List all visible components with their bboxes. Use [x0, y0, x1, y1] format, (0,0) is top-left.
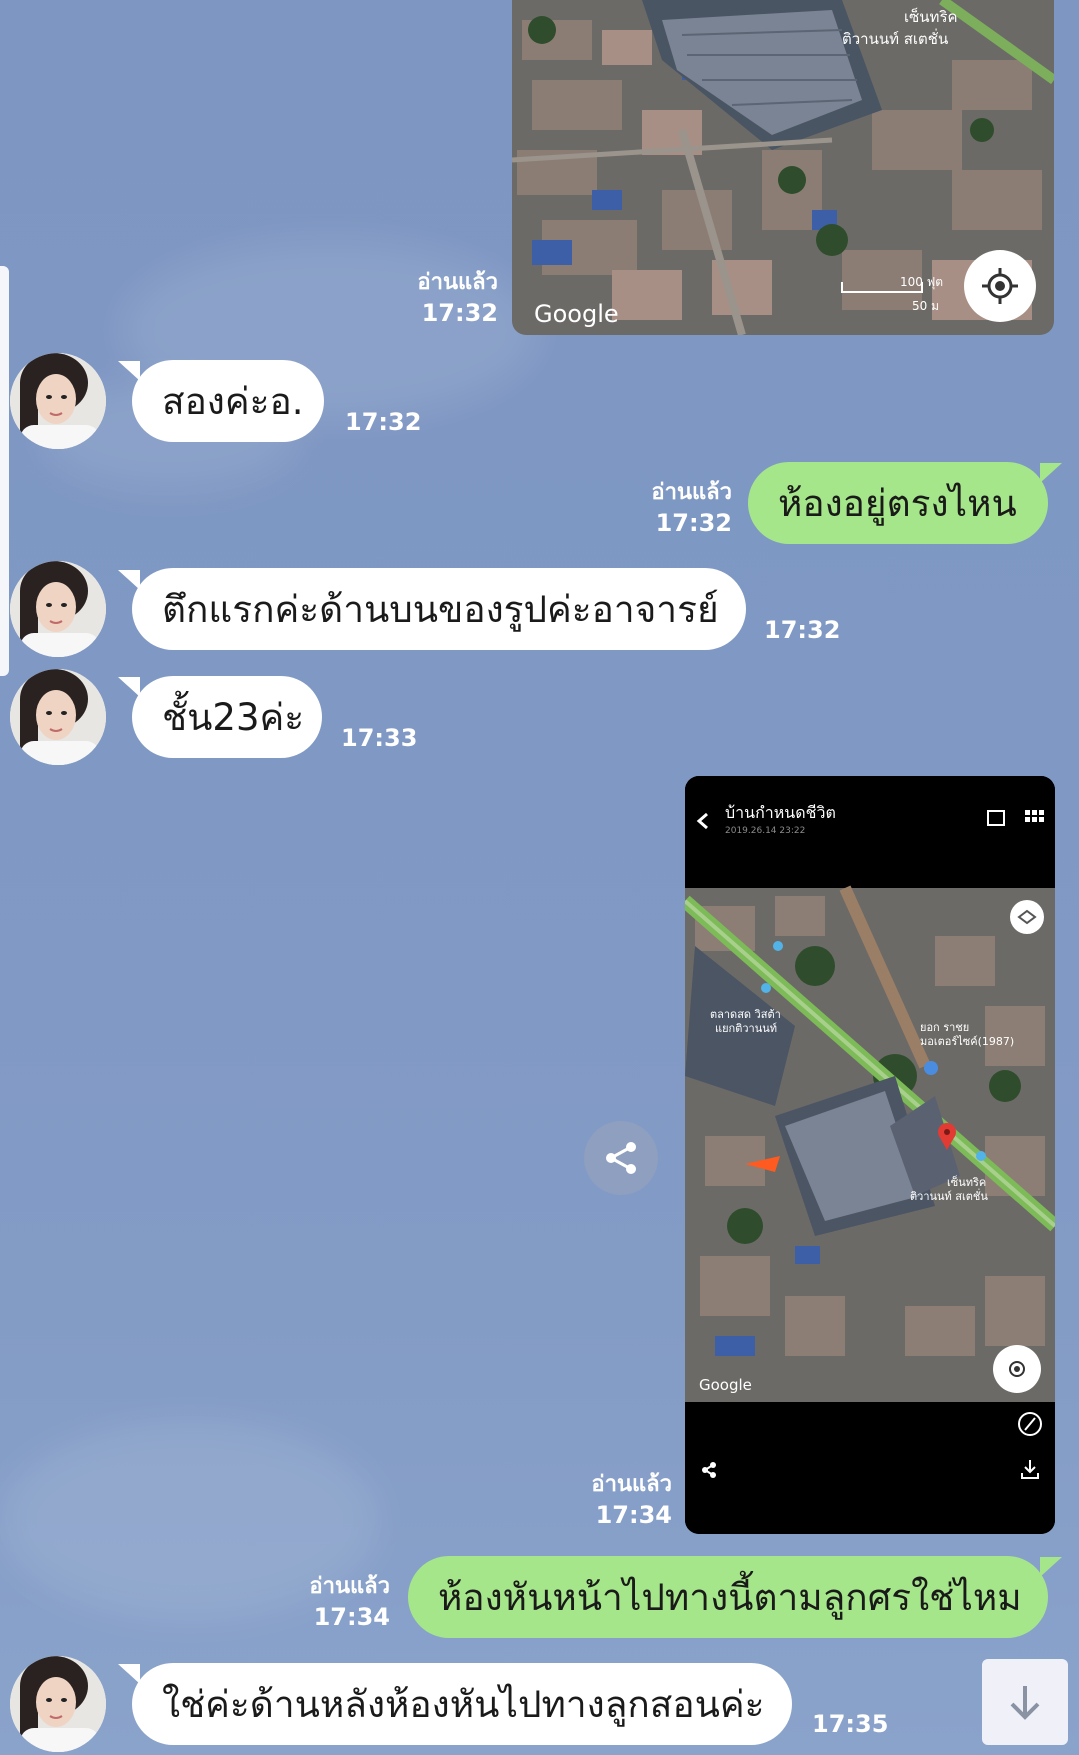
- message-bubble[interactable]: ตึกแรกค่ะด้านบนของรูปค่ะอาจารย์: [132, 568, 746, 650]
- read-receipt: อ่านแล้ว: [309, 1574, 390, 1599]
- read-receipt: อ่านแล้ว: [591, 1472, 672, 1497]
- read-receipt: อ่านแล้ว: [651, 480, 732, 505]
- map-label: มอเตอร์ไซค์(1987): [920, 1035, 1014, 1048]
- map-label: แยกติวานนท์: [715, 1022, 777, 1035]
- avatar[interactable]: [10, 353, 106, 449]
- crosshair-icon[interactable]: [964, 250, 1036, 322]
- avatar[interactable]: [10, 669, 106, 765]
- map-label: ยอก ราชย: [920, 1021, 969, 1034]
- scroll-to-bottom-button[interactable]: [982, 1659, 1068, 1745]
- message-time: 17:34: [313, 1603, 390, 1631]
- map-scale-label: 50 ม: [912, 299, 939, 313]
- share-icon[interactable]: [584, 1121, 658, 1195]
- message-time: 17:35: [812, 1710, 889, 1738]
- message-time: 17:32: [345, 408, 422, 436]
- side-panel-edge[interactable]: [0, 266, 9, 676]
- message-meta: อ่านแล้ว 17:32: [600, 478, 732, 538]
- read-receipt: อ่านแล้ว: [417, 270, 498, 295]
- map-image-thumbnail[interactable]: เซ็นทริค ติวานนท์ สเตชั่น 100 ฟุต 50 ม G…: [512, 0, 1054, 335]
- map-label: ติวานนท์ สเตชั่น: [910, 1188, 988, 1203]
- google-logo: Google: [534, 300, 619, 328]
- map-label: ติวานนท์ สเตชั่น: [842, 28, 948, 48]
- screenshot-subtitle: 2019.26.14 23:22: [725, 826, 805, 836]
- message-time: 17:32: [764, 616, 841, 644]
- message-time: 17:32: [421, 299, 498, 327]
- map-label: ตลาดสด วิสต้า: [710, 1008, 781, 1021]
- message-bubble[interactable]: ห้องหันหน้าไปทางนี้ตามลูกศรใช่ไหม: [408, 1556, 1048, 1638]
- message-bubble[interactable]: ชั้น23ค่ะ: [132, 676, 322, 758]
- map-scale-label: 100 ฟุต: [900, 275, 943, 290]
- message-time: 17:32: [655, 509, 732, 537]
- message-meta: อ่านแล้ว 17:34: [258, 1572, 390, 1632]
- map-label: เซ็นทริค: [947, 1175, 986, 1189]
- message-time: 17:33: [341, 724, 418, 752]
- avatar[interactable]: [10, 1656, 106, 1752]
- avatar[interactable]: [10, 561, 106, 657]
- message-time: 17:34: [595, 1501, 672, 1529]
- message-meta: อ่านแล้ว 17:32: [380, 268, 498, 328]
- map-label: เซ็นทริค: [904, 7, 958, 26]
- message-bubble[interactable]: ห้องอยู่ตรงไหน: [748, 462, 1048, 544]
- screenshot-image[interactable]: บ้านกำหนดชีวิต 2019.26.14 23:22 ตลาดสด ว…: [685, 776, 1055, 1534]
- map-app-screenshot: บ้านกำหนดชีวิต 2019.26.14 23:22 ตลาดสด ว…: [685, 776, 1055, 1534]
- message-bubble[interactable]: สองค่ะอ.: [132, 360, 324, 442]
- arrow-down-icon: [1010, 1686, 1040, 1720]
- google-logo: Google: [699, 1376, 752, 1394]
- layers-icon: [1010, 900, 1044, 934]
- message-meta: อ่านแล้ว 17:34: [540, 1470, 672, 1530]
- message-bubble[interactable]: ใช่ค่ะด้านหลังห้องหันไปทางลูกสอนค่ะ: [132, 1663, 792, 1745]
- screenshot-title: บ้านกำหนดชีวิต: [725, 803, 836, 822]
